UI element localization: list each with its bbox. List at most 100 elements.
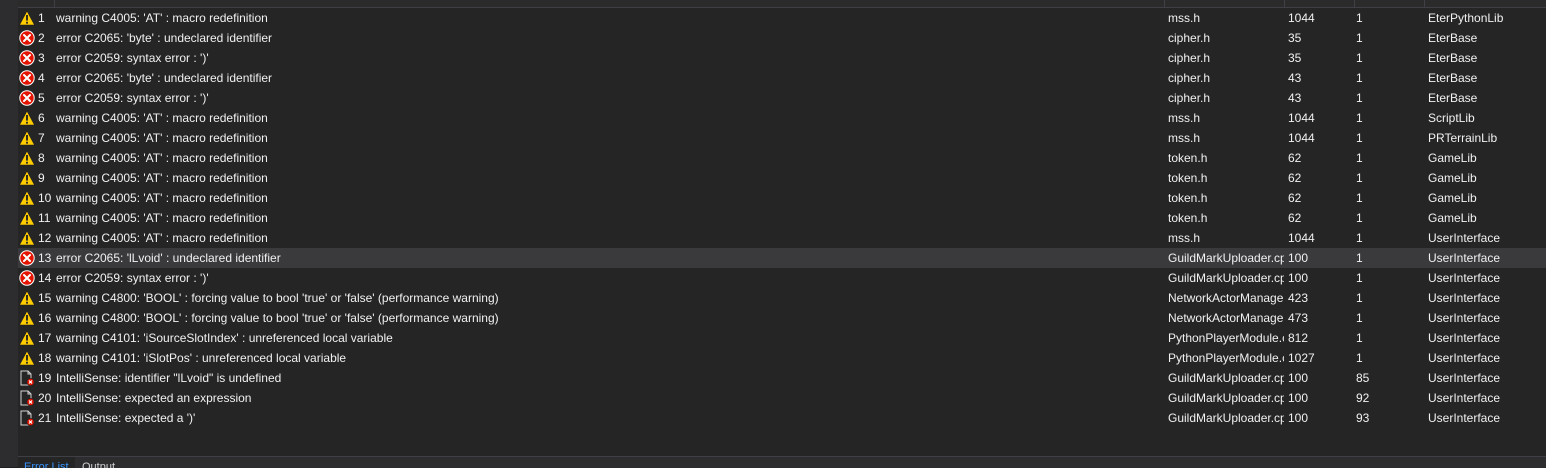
column-separator[interactable]: [1164, 0, 1165, 7]
table-row[interactable]: 21 IntelliSense: expected a ')' GuildMarkU…: [18, 408, 1546, 428]
column-cell: 1: [1356, 11, 1363, 25]
column-cell: 93: [1356, 411, 1370, 425]
row-number: 9: [38, 171, 45, 185]
project-cell: UserInterface: [1428, 311, 1501, 325]
file-cell: GuildMarkUploader.cpp: [1168, 271, 1284, 285]
column-cell: 92: [1356, 391, 1370, 405]
column-cell: 1: [1356, 111, 1363, 125]
warning-icon: [19, 310, 35, 326]
project-cell: UserInterface: [1428, 351, 1501, 365]
line-cell: 35: [1288, 51, 1302, 65]
row-number: 20: [38, 391, 52, 405]
table-row[interactable]: 3 error C2059: syntax error : ')' cipher.h…: [18, 48, 1546, 68]
column-separator[interactable]: [1284, 0, 1285, 7]
error-icon: [19, 270, 35, 286]
warning-icon: [19, 10, 35, 26]
row-number: 8: [38, 151, 45, 165]
column-cell: 1: [1356, 91, 1363, 105]
file-cell: token.h: [1168, 171, 1208, 185]
project-cell: UserInterface: [1428, 251, 1501, 265]
file-cell: mss.h: [1168, 131, 1201, 145]
table-row[interactable]: 20 IntelliSense: expected an expression Gu…: [18, 388, 1546, 408]
row-number: 15: [38, 291, 52, 305]
description-cell: error C2059: syntax error : ')': [56, 91, 209, 105]
description-cell: warning C4005: 'AT' : macro redefinition: [56, 191, 268, 205]
table-row[interactable]: 10 warning C4005: 'AT' : macro redefiniti…: [18, 188, 1546, 208]
tab-output[interactable]: Output: [76, 457, 121, 468]
column-cell: 1: [1356, 251, 1363, 265]
table-row[interactable]: 18 warning C4101: 'iSlotPos' : unreferenc…: [18, 348, 1546, 368]
line-cell: 100: [1288, 251, 1309, 265]
warning-icon: [19, 150, 35, 166]
description-cell: IntelliSense: expected an expression: [56, 391, 252, 405]
column-header-row[interactable]: [18, 0, 1546, 8]
column-cell: 1: [1356, 191, 1363, 205]
file-cell: cipher.h: [1168, 91, 1211, 105]
table-row[interactable]: 5 error C2059: syntax error : ')' cipher.h…: [18, 88, 1546, 108]
row-number: 7: [38, 131, 45, 145]
table-row[interactable]: 16 warning C4800: 'BOOL' : forcing value …: [18, 308, 1546, 328]
column-separator[interactable]: [1354, 0, 1355, 7]
line-cell: 100: [1288, 271, 1309, 285]
table-row[interactable]: 6 warning C4005: 'AT' : macro redefinitio…: [18, 108, 1546, 128]
description-cell: error C2065: 'byte' : undeclared identif…: [56, 71, 273, 85]
description-cell: IntelliSense: expected a ')': [56, 411, 196, 425]
table-row[interactable]: 1 warning C4005: 'AT' : macro redefinitio…: [18, 8, 1546, 28]
row-number: 5: [38, 91, 45, 105]
intellisense-error-icon: [19, 410, 35, 426]
row-number: 11: [38, 211, 51, 225]
table-row[interactable]: 11 warning C4005: 'AT' : macro redefiniti…: [18, 208, 1546, 228]
table-row[interactable]: 12 warning C4005: 'AT' : macro redefiniti…: [18, 228, 1546, 248]
table-row[interactable]: 19 IntelliSense: identifier "lLvoid" is u…: [18, 368, 1546, 388]
column-separator[interactable]: [1424, 0, 1425, 7]
table-row[interactable]: 4 error C2065: 'byte' : undeclared identi…: [18, 68, 1546, 88]
error-list-rows: 1 warning C4005: 'AT' : macro redefinitio…: [18, 8, 1546, 428]
project-cell: PRTerrainLib: [1428, 131, 1498, 145]
column-separator[interactable]: [54, 0, 55, 7]
table-row[interactable]: 14 error C2059: syntax error : ')' GuildMa…: [18, 268, 1546, 288]
table-row[interactable]: 7 warning C4005: 'AT' : macro redefinitio…: [18, 128, 1546, 148]
file-cell: mss.h: [1168, 231, 1201, 245]
table-row[interactable]: 15 warning C4800: 'BOOL' : forcing value …: [18, 288, 1546, 308]
row-number: 2: [38, 31, 45, 45]
warning-icon: [19, 330, 35, 346]
project-cell: GameLib: [1428, 171, 1477, 185]
table-row[interactable]: 13 error C2065: 'lLvoid' : undeclared ide…: [18, 248, 1546, 268]
error-icon: [19, 90, 35, 106]
table-row[interactable]: 17 warning C4101: 'iSourceSlotIndex' : un…: [18, 328, 1546, 348]
description-cell: error C2059: syntax error : ')': [56, 51, 209, 65]
line-cell: 62: [1288, 171, 1302, 185]
warning-icon: [19, 290, 35, 306]
row-number: 13: [38, 251, 52, 265]
left-toolwindow-strip: [0, 0, 18, 467]
description-cell: warning C4101: 'iSourceSlotIndex' : unre…: [56, 331, 393, 345]
row-number: 6: [38, 111, 45, 125]
warning-icon: [19, 110, 35, 126]
file-cell: cipher.h: [1168, 31, 1211, 45]
project-cell: EterBase: [1428, 31, 1478, 45]
project-cell: UserInterface: [1428, 411, 1501, 425]
table-row[interactable]: 9 warning C4005: 'AT' : macro redefinitio…: [18, 168, 1546, 188]
project-cell: EterBase: [1428, 71, 1478, 85]
file-cell: PythonPlayerModule.cpp: [1168, 331, 1284, 345]
line-cell: 812: [1288, 331, 1309, 345]
error-icon: [19, 70, 35, 86]
description-cell: error C2065: 'byte' : undeclared identif…: [56, 31, 273, 45]
row-number: 14: [38, 271, 52, 285]
project-cell: GameLib: [1428, 151, 1477, 165]
column-cell: 1: [1356, 351, 1363, 365]
file-cell: GuildMarkUploader.cpp: [1168, 411, 1284, 425]
project-cell: GameLib: [1428, 211, 1477, 225]
table-row[interactable]: 8 warning C4005: 'AT' : macro redefinitio…: [18, 148, 1546, 168]
project-cell: ScriptLib: [1428, 111, 1475, 125]
warning-icon: [19, 130, 35, 146]
column-cell: 1: [1356, 151, 1363, 165]
column-cell: 1: [1356, 331, 1363, 345]
project-cell: UserInterface: [1428, 331, 1501, 345]
description-cell: warning C4005: 'AT' : macro redefinition: [56, 131, 268, 145]
line-cell: 1044: [1288, 131, 1315, 145]
row-number: 16: [38, 311, 52, 325]
description-cell: warning C4005: 'AT' : macro redefinition: [56, 211, 268, 225]
tab-error-list[interactable]: Error List: [18, 457, 75, 468]
table-row[interactable]: 2 error C2065: 'byte' : undeclared identi…: [18, 28, 1546, 48]
